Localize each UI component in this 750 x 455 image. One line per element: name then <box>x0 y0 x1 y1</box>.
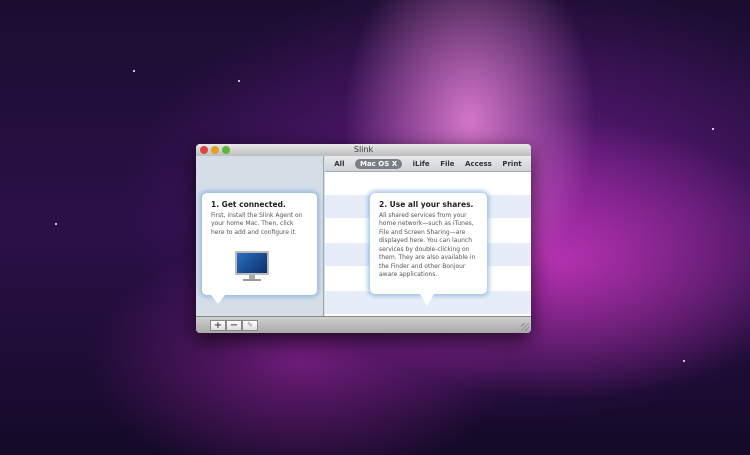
tab-file[interactable]: File <box>440 160 454 168</box>
tab-ilife[interactable]: iLife <box>413 160 430 168</box>
star <box>55 223 57 225</box>
edit-button[interactable]: ✎ <box>242 320 258 331</box>
tab-mac-os-x[interactable]: Mac OS X <box>354 158 403 169</box>
tip-body: All shared services from your home netwo… <box>379 211 476 279</box>
tip-pointer <box>420 294 434 306</box>
tip-pointer <box>420 181 434 193</box>
title-bar[interactable]: Slink <box>196 144 531 156</box>
tip-title: 1. Get connected. <box>211 200 286 209</box>
zoom-button[interactable] <box>222 146 230 154</box>
bottom-bar: + − ✎ <box>196 316 531 333</box>
close-button[interactable] <box>200 146 208 154</box>
window-title: Slink <box>353 145 374 154</box>
add-button[interactable]: + <box>210 320 226 331</box>
slink-window: Slink 1. Get connected. First, install t… <box>196 144 531 333</box>
tip-title: 2. Use all your shares. <box>379 200 474 209</box>
star <box>133 70 135 72</box>
tab-bar: All Mac OS X iLife File Access Print <box>325 156 531 172</box>
tab-print[interactable]: Print <box>502 160 521 168</box>
tab-all[interactable]: All <box>334 160 344 168</box>
get-connected-tip: 1. Get connected. First, install the Sli… <box>202 193 317 295</box>
minimize-button[interactable] <box>211 146 219 154</box>
monitor-icon <box>235 251 269 285</box>
resize-grip-icon[interactable] <box>521 323 529 331</box>
tab-access[interactable]: Access <box>465 160 492 168</box>
tip-body: First, install the Slink Agent on your h… <box>211 211 303 236</box>
use-shares-tip: 2. Use all your shares. All shared servi… <box>370 193 487 294</box>
services-list[interactable]: All Mac OS X iLife File Access Print 2. … <box>325 156 531 316</box>
star <box>712 128 714 130</box>
star <box>238 80 240 82</box>
star <box>683 360 685 362</box>
remove-button[interactable]: − <box>226 320 242 331</box>
sidebar[interactable]: 1. Get connected. First, install the Sli… <box>196 156 324 316</box>
tip-pointer <box>211 295 225 304</box>
